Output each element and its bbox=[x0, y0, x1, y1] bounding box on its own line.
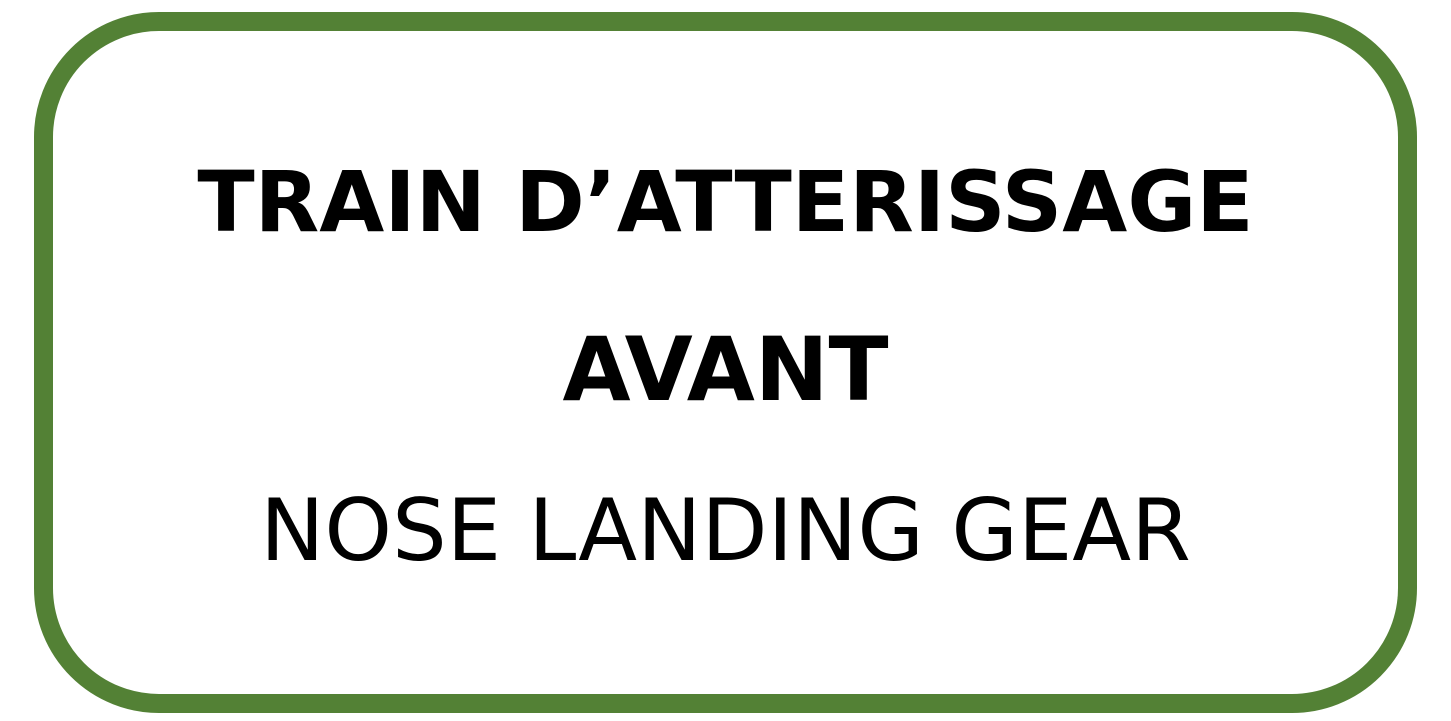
sign-title-french-line-2: AVANT bbox=[562, 318, 889, 421]
sign-title-english: NOSE LANDING GEAR bbox=[260, 481, 1191, 581]
sign-title-french-line-1: TRAIN D’ATTERISSAGE bbox=[197, 153, 1254, 251]
